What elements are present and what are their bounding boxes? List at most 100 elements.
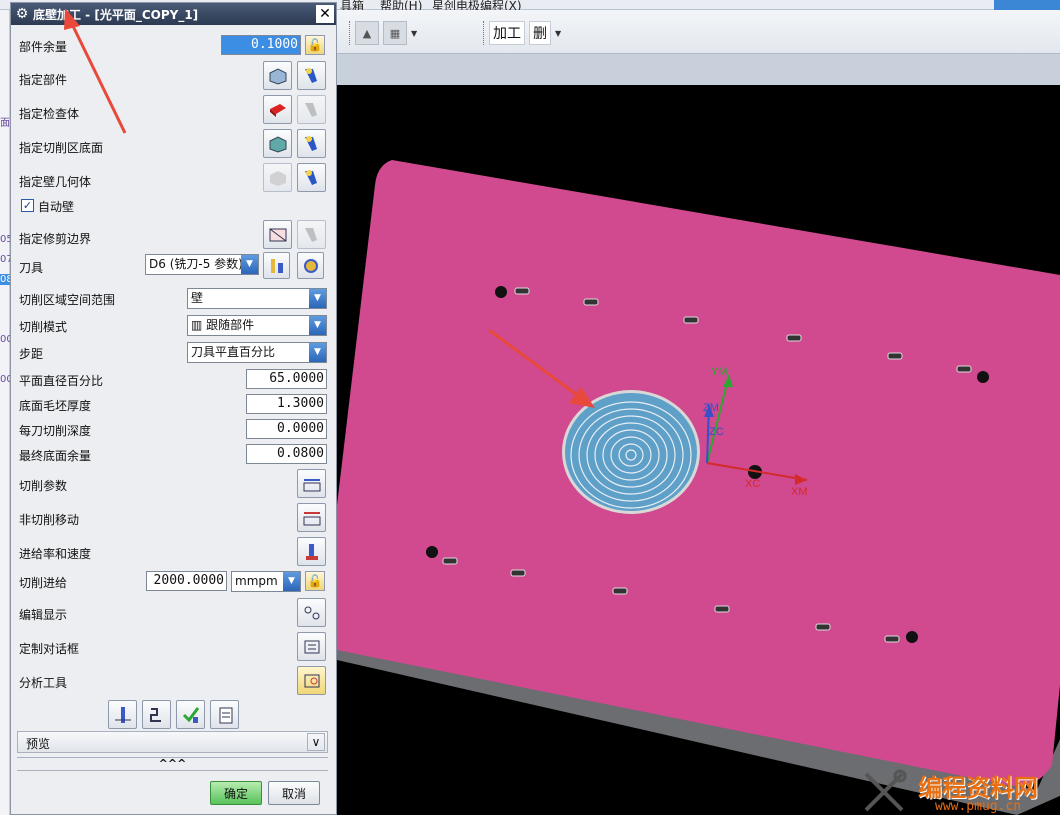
create-operation-icon[interactable]: ▲ <box>355 21 379 45</box>
verify-toolpath-icon[interactable] <box>176 700 205 729</box>
axis-label-ym: YM <box>711 366 728 378</box>
final-floor-input[interactable]: 0.0800 <box>246 444 327 464</box>
cut-feed-label: 切削进给 <box>19 576 68 590</box>
auto-wall-checkbox[interactable]: ✓ <box>21 199 34 212</box>
lock-icon[interactable]: 🔓 <box>305 35 325 55</box>
flashlight-icon[interactable] <box>297 129 326 158</box>
machining-button[interactable]: 加工 <box>489 21 525 45</box>
select-boundary-icon[interactable] <box>263 220 292 249</box>
chevron-down-icon[interactable]: ▼ <box>309 343 326 362</box>
preview-section-header[interactable]: 预览 ∨ <box>17 731 328 753</box>
cut-pattern-label: 切削模式 <box>19 320 68 334</box>
select-floor-icon[interactable] <box>263 129 292 158</box>
cut-region-label: 切削区域空间范围 <box>19 293 116 307</box>
flat-diameter-label: 平面直径百分比 <box>19 374 104 388</box>
axis-label-xc: XC <box>745 478 760 490</box>
non-cutting-moves-label: 非切削移动 <box>19 513 80 527</box>
chevron-down-icon[interactable]: ▼ <box>309 289 326 308</box>
custom-dialog-label: 定制对话框 <box>19 642 80 656</box>
tool-label: 刀具 <box>19 261 44 275</box>
list-toolpath-icon[interactable] <box>210 700 239 729</box>
analysis-tools-button[interactable] <box>297 666 326 695</box>
chevron-down-icon[interactable]: ▼ <box>411 29 417 38</box>
chevron-down-icon[interactable]: ▼ <box>283 572 300 591</box>
cut-region-select[interactable]: 壁 ▼ <box>187 288 327 309</box>
crossed-tools-icon <box>864 769 907 812</box>
nav-text: 面 <box>0 118 10 129</box>
main-toolbar: ▲ ▦ ▼ 加工 删 ▼ <box>337 10 1060 54</box>
final-floor-label: 最终底面余量 <box>19 449 92 463</box>
chevron-down-icon[interactable]: ▼ <box>555 29 561 38</box>
specify-floor-label: 指定切削区底面 <box>19 141 104 155</box>
program-order-icon[interactable]: ▦ <box>383 21 407 45</box>
feeds-speeds-label: 进给率和速度 <box>19 547 92 561</box>
delete-button[interactable]: 删 <box>529 21 551 45</box>
flashlight-icon <box>297 95 326 124</box>
flashlight-icon[interactable] <box>297 163 326 192</box>
edit-display-button[interactable] <box>297 598 326 627</box>
tool-select-value: D6 (铣刀-5 参数) <box>149 257 243 271</box>
depth-per-cut-label: 每刀切削深度 <box>19 424 92 438</box>
watermark-title: 编程资料网 <box>918 774 1038 802</box>
custom-dialog-button[interactable] <box>297 632 326 661</box>
part-stock-input[interactable]: 0.1000 <box>221 35 301 55</box>
watermark-url: www.pmug.cn <box>935 799 1022 814</box>
toolpath-area <box>565 393 697 511</box>
annotation-arrow-title <box>64 8 127 134</box>
edit-tool-icon[interactable] <box>263 252 290 279</box>
model-view[interactable]: YM ZM ZC XC XM <box>337 85 1060 815</box>
close-icon[interactable]: ✕ <box>316 5 334 23</box>
version-badge <box>994 0 1060 10</box>
chevron-down-icon[interactable]: ▼ <box>241 255 258 274</box>
cut-pattern-select[interactable]: ▥ 跟随部件 ▼ <box>187 315 327 336</box>
cut-pattern-value: 跟随部件 <box>206 318 255 332</box>
cut-feed-input[interactable]: 2000.0000 <box>146 571 227 591</box>
tool-display-icon[interactable] <box>297 252 324 279</box>
cut-feed-unit-select[interactable]: mmpm ▼ <box>231 571 301 592</box>
operation-navigator-strip: 面 05 07 08 00 00 <box>0 10 13 815</box>
cancel-button[interactable]: 取消 <box>268 781 320 805</box>
axis-label-zc: ZC <box>709 426 724 438</box>
floor-blank-input[interactable]: 1.3000 <box>246 394 327 414</box>
auto-wall-label: 自动壁 <box>38 200 75 214</box>
replay-toolpath-icon[interactable] <box>142 700 171 729</box>
cut-feed-unit-value: mmpm <box>235 574 278 588</box>
edit-display-label: 编辑显示 <box>19 608 68 622</box>
axis-label-xm: XM <box>791 486 808 498</box>
cut-parameters-button[interactable] <box>297 469 326 498</box>
gear-icon[interactable]: ⚙ <box>11 6 33 22</box>
toolbar-separator <box>483 21 485 45</box>
toolbar-separator <box>349 21 351 45</box>
select-check-body-icon[interactable] <box>263 95 292 124</box>
analysis-tools-label: 分析工具 <box>19 676 68 690</box>
chevron-down-icon[interactable]: ▼ <box>309 316 326 335</box>
depth-per-cut-input[interactable]: 0.0000 <box>246 419 327 439</box>
cut-parameters-label: 切削参数 <box>19 479 68 493</box>
chevron-down-icon[interactable]: ∨ <box>307 733 325 751</box>
plate-top-face <box>337 160 1060 786</box>
tool-select[interactable]: D6 (铣刀-5 参数) ▼ <box>145 254 259 275</box>
select-part-icon[interactable] <box>263 61 292 90</box>
axis-label-zm: ZM <box>703 402 719 414</box>
cut-region-value: 壁 <box>191 291 204 305</box>
trim-boundary-label: 指定修剪边界 <box>19 232 92 246</box>
specify-wall-label: 指定壁几何体 <box>19 175 92 189</box>
generate-toolpath-icon[interactable] <box>108 700 137 729</box>
stepover-value: 刀具平直百分比 <box>191 345 276 359</box>
watermark: 编程资料网 www.pmug.cn <box>860 768 1060 815</box>
flashlight-icon[interactable] <box>297 61 326 90</box>
toolbar-group-1: ▲ ▦ ▼ <box>349 20 417 46</box>
collapse-more-toggle[interactable]: ^^^ <box>17 757 328 771</box>
lock-icon[interactable]: 🔓 <box>305 571 325 591</box>
feeds-speeds-button[interactable] <box>297 537 326 566</box>
flat-diameter-input[interactable]: 65.0000 <box>246 369 327 389</box>
select-wall-icon <box>263 163 292 192</box>
stepover-select[interactable]: 刀具平直百分比 ▼ <box>187 342 327 363</box>
non-cutting-moves-button[interactable] <box>297 503 326 532</box>
toolbar-group-2: 加工 删 ▼ <box>483 20 561 46</box>
follow-part-icon: ▥ <box>191 318 207 332</box>
flashlight-icon <box>297 220 326 249</box>
graphics-viewport[interactable]: YM ZM ZC XC XM <box>337 85 1060 815</box>
floor-blank-label: 底面毛坯厚度 <box>19 399 92 413</box>
ok-button[interactable]: 确定 <box>210 781 262 805</box>
